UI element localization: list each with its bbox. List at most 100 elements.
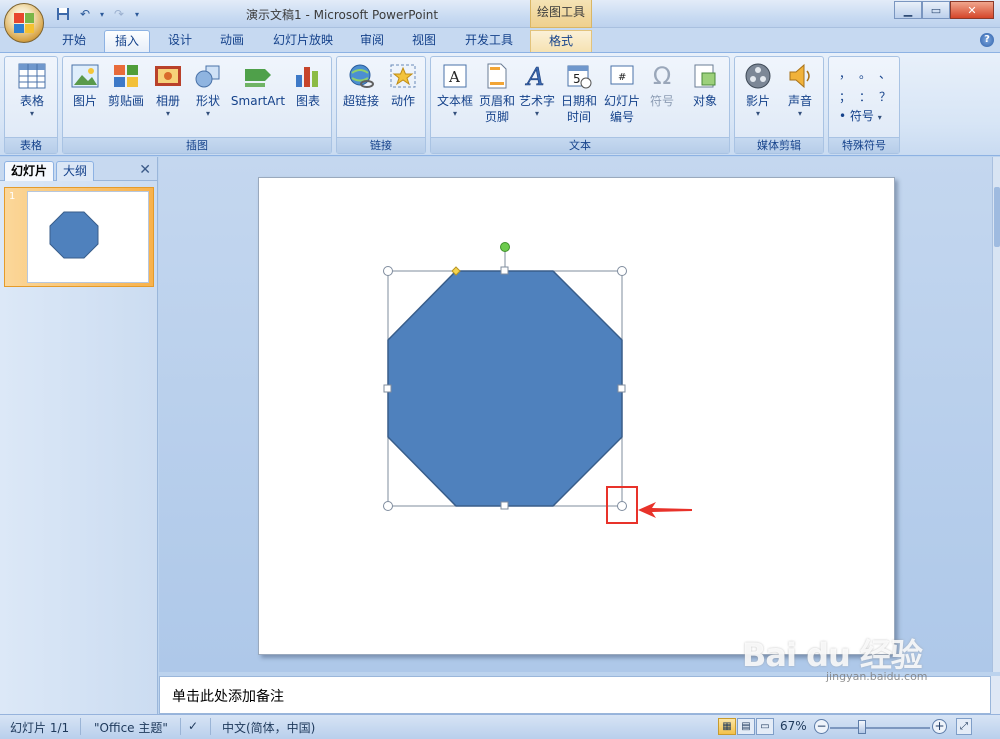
smartart-button[interactable]: SmartArt: [229, 61, 287, 109]
object-button[interactable]: 对象: [685, 61, 725, 109]
symbol-comma[interactable]: ，: [835, 65, 855, 82]
resize-handle-top[interactable]: [500, 266, 509, 275]
hyperlink-button[interactable]: 超链接: [339, 61, 383, 109]
action-label: 动作: [390, 94, 415, 108]
zoom-slider[interactable]: [830, 727, 930, 729]
slide-thumbnail-row[interactable]: 1: [4, 187, 154, 287]
slide-drawing: [383, 242, 627, 511]
status-divider: [80, 718, 81, 735]
chevron-down-icon: ▾: [534, 109, 539, 118]
resize-handle-bottom[interactable]: [500, 501, 509, 510]
red-arrow-icon: [638, 502, 692, 518]
undo-icon[interactable]: ↶: [76, 5, 94, 23]
zoom-level[interactable]: 67%: [780, 719, 807, 733]
context-tab-title: 绘图工具: [530, 0, 592, 28]
clipart-button[interactable]: 剪贴画: [105, 61, 147, 109]
special-symbol-button[interactable]: • 符号 ▾: [839, 107, 882, 124]
undo-dropdown-icon[interactable]: ▾: [98, 5, 106, 23]
header-footer-label: 页眉和 页脚: [478, 94, 515, 124]
wordart-button[interactable]: A 艺术字 ▾: [517, 61, 557, 119]
textbox-icon: A: [440, 61, 470, 91]
slide-thumbnail[interactable]: [27, 191, 149, 283]
zoom-slider-thumb[interactable]: [858, 720, 866, 734]
fit-to-window-icon[interactable]: ⤢: [956, 718, 972, 735]
tab-developer[interactable]: 开发工具: [454, 30, 524, 52]
spellcheck-icon[interactable]: ✓: [188, 719, 198, 733]
normal-view-button[interactable]: ▦: [718, 718, 736, 735]
chart-button[interactable]: 图表: [289, 61, 327, 109]
maximize-button[interactable]: ▭: [922, 1, 950, 19]
tab-insert[interactable]: 插入: [104, 30, 150, 52]
shapes-button[interactable]: 形状 ▾: [189, 61, 227, 119]
slide-sorter-view-button[interactable]: ▤: [737, 718, 755, 735]
slide-number-icon: #: [607, 61, 637, 91]
symbol-semicolon[interactable]: ；: [835, 88, 855, 105]
date-time-button[interactable]: 5 日期和 时间: [559, 61, 599, 125]
notes-scrollbar[interactable]: [991, 676, 1000, 714]
vertical-scrollbar[interactable]: [992, 157, 1000, 672]
sound-button[interactable]: 声音 ▾: [781, 61, 819, 119]
slideshow-view-button[interactable]: ▭: [756, 718, 774, 735]
save-icon[interactable]: [54, 5, 72, 23]
tab-animations[interactable]: 动画: [210, 30, 254, 52]
chart-icon: [293, 61, 323, 91]
slide-number-label: 幻灯片 编号: [603, 94, 640, 124]
tab-slides[interactable]: 幻灯片: [4, 161, 55, 181]
rotation-handle[interactable]: [500, 242, 510, 252]
close-icon[interactable]: ✕: [139, 162, 151, 178]
zoom-in-icon[interactable]: +: [932, 719, 947, 734]
resize-handle-top-left[interactable]: [383, 266, 393, 276]
movie-button[interactable]: 影片 ▾: [739, 61, 777, 119]
tab-view[interactable]: 视图: [402, 30, 446, 52]
scrollbar-thumb[interactable]: [994, 187, 1000, 247]
symbol-colon[interactable]: ：: [855, 88, 875, 105]
customize-qat-icon[interactable]: ▾: [132, 5, 142, 23]
chevron-down-icon: ▾: [797, 109, 802, 118]
tab-design[interactable]: 设计: [158, 30, 202, 52]
group-text: A 文本框 ▾ 页眉和 页脚 A 艺术字 ▾ 5 日期和 时间 # 幻灯片 编号…: [430, 56, 730, 154]
quick-access-toolbar: ↶ ▾ ↷ ▾: [50, 5, 142, 23]
svg-text:A: A: [525, 63, 544, 89]
shapes-label: 形状: [195, 94, 220, 108]
resize-handle-right[interactable]: [617, 384, 626, 393]
tab-review[interactable]: 审阅: [350, 30, 394, 52]
slide-number-button[interactable]: # 幻灯片 编号: [601, 61, 643, 125]
octagon-shape[interactable]: [387, 270, 623, 507]
omega-icon: Ω: [652, 62, 672, 90]
symbol-button[interactable]: Ω 符号: [643, 61, 681, 109]
tab-home[interactable]: 开始: [52, 30, 96, 52]
minimize-button[interactable]: ▁: [894, 1, 922, 19]
symbol-period[interactable]: 。: [855, 65, 875, 82]
help-icon[interactable]: ?: [980, 33, 994, 47]
smartart-label: SmartArt: [230, 94, 286, 108]
tab-slideshow[interactable]: 幻灯片放映: [264, 30, 342, 52]
table-button[interactable]: 表格 ▾: [13, 61, 51, 119]
picture-button[interactable]: 图片: [67, 61, 103, 109]
zoom-out-icon[interactable]: −: [814, 719, 829, 734]
tab-format[interactable]: 格式: [530, 30, 592, 52]
action-button[interactable]: 动作: [385, 61, 421, 109]
header-footer-button[interactable]: 页眉和 页脚: [477, 61, 517, 125]
date-time-label: 日期和 时间: [560, 94, 597, 124]
tab-outline[interactable]: 大纲: [56, 161, 95, 181]
textbox-button[interactable]: A 文本框 ▾: [433, 61, 477, 119]
symbol-dot-icon: •: [839, 109, 847, 123]
baidu-watermark-url: jingyan.baidu.com: [826, 670, 928, 683]
resize-handle-left[interactable]: [383, 384, 392, 393]
slide-canvas[interactable]: [258, 177, 895, 655]
photo-album-button[interactable]: 相册 ▾: [149, 61, 187, 119]
language[interactable]: 中文(简体，中国): [222, 719, 315, 736]
window-title: 演示文稿1 - Microsoft PowerPoint: [246, 8, 439, 22]
special-symbol-label: 符号: [849, 109, 874, 123]
redo-icon[interactable]: ↷: [110, 5, 128, 23]
office-button[interactable]: [4, 3, 44, 43]
group-special-symbols: ， 。 、 ； ： ？ • 符号 ▾ 特殊符号: [828, 56, 900, 154]
ribbon-tabs: 开始 插入 设计 动画 幻灯片放映 审阅 视图 开发工具 格式 ?: [0, 28, 1000, 52]
picture-icon: [70, 61, 100, 91]
symbol-question[interactable]: ？: [875, 88, 895, 105]
symbol-enum-comma[interactable]: 、: [875, 65, 895, 82]
resize-handle-top-right[interactable]: [617, 266, 627, 276]
resize-handle-bottom-left[interactable]: [383, 501, 393, 511]
ribbon: 表格 ▾ 表格 图片 剪贴画 相册 ▾ 形状 ▾ SmartArt 图表 插图 …: [0, 52, 1000, 156]
close-button[interactable]: ✕: [950, 1, 994, 19]
